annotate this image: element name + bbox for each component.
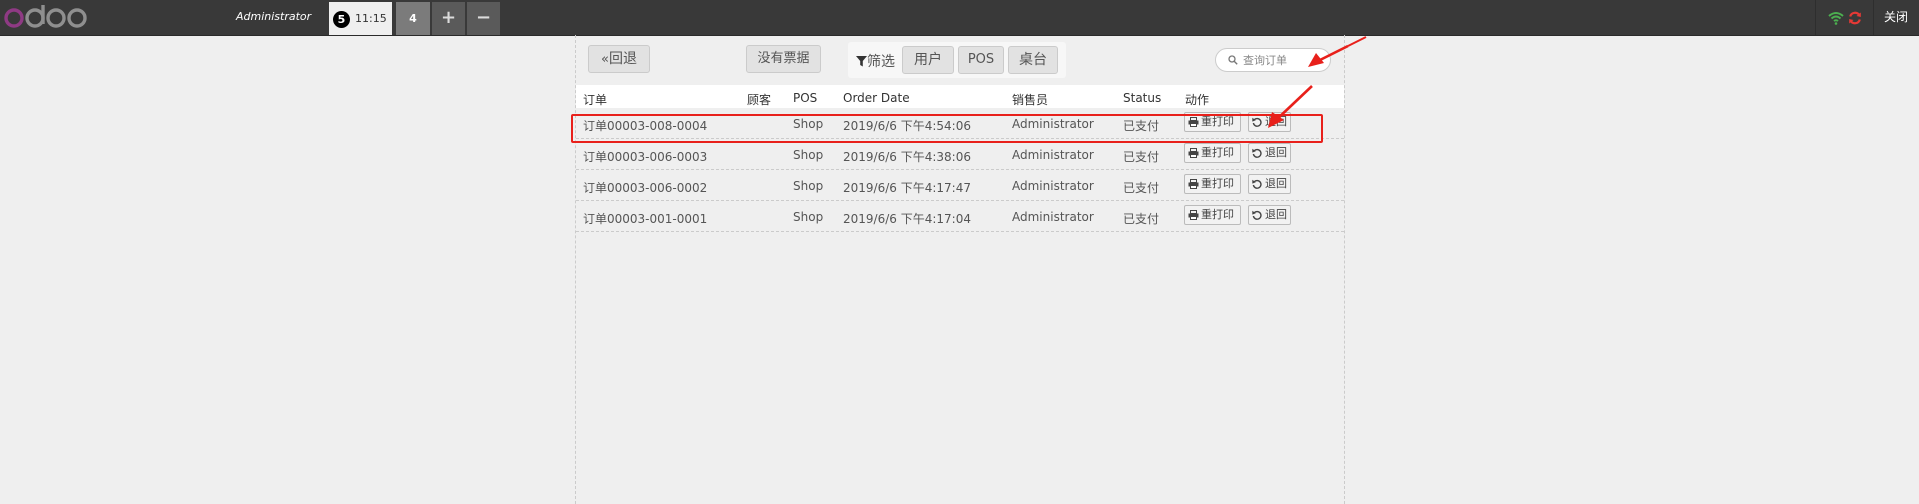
order-sequence-badge: 5 xyxy=(333,11,350,28)
double-chevron-left-icon: « xyxy=(601,52,609,67)
connection-status xyxy=(1815,0,1874,35)
header-pos: POS xyxy=(793,91,818,105)
pos-topbar: Administrator 5 11:15 4 + − 关闭 xyxy=(0,0,1919,36)
header-actions: 动作 xyxy=(1185,93,1210,107)
order-status: 已支付 xyxy=(1123,181,1160,195)
table-row[interactable]: 订单00003-006-0003 Shop 2019/6/6 下午4:38:06… xyxy=(576,139,1344,170)
order-salesperson: Administrator xyxy=(1012,179,1094,193)
order-ref: 订单00003-006-0003 xyxy=(583,150,708,164)
order-date: 2019/6/6 下午4:38:06 xyxy=(843,150,971,164)
back-button[interactable]: «回退 xyxy=(588,45,650,73)
return-label: 退回 xyxy=(1265,146,1287,159)
order-search-box[interactable] xyxy=(1215,48,1331,72)
order-tab-active[interactable]: 5 11:15 xyxy=(329,2,392,35)
sync-icon[interactable] xyxy=(1848,11,1862,25)
order-pos: Shop xyxy=(793,210,824,224)
order-table-header: 订单 顾客 POS Order Date 销售员 Status 动作 xyxy=(576,85,1344,108)
funnel-icon xyxy=(856,56,867,67)
order-list-screen: «回退 没有票据 筛选 用户 POS 桌台 订单 顾客 POS Order Da… xyxy=(575,35,1345,504)
return-label: 退回 xyxy=(1265,208,1287,221)
close-button[interactable]: 关闭 xyxy=(1873,0,1919,35)
annotation-highlight-box xyxy=(571,114,1323,143)
search-icon xyxy=(1228,55,1238,65)
order-pos: Shop xyxy=(793,179,824,193)
table-row[interactable]: 订单00003-001-0001 Shop 2019/6/6 下午4:17:04… xyxy=(576,201,1344,232)
return-label: 退回 xyxy=(1265,177,1287,190)
reprint-label: 重打印 xyxy=(1201,177,1234,190)
reprint-label: 重打印 xyxy=(1201,208,1234,221)
wifi-icon xyxy=(1828,12,1844,25)
return-button[interactable]: 退回 xyxy=(1248,143,1291,163)
table-row[interactable]: 订单00003-006-0002 Shop 2019/6/6 下午4:17:47… xyxy=(576,170,1344,201)
back-button-label: 回退 xyxy=(608,51,637,67)
printer-icon xyxy=(1188,210,1199,220)
filter-group: 筛选 用户 POS 桌台 xyxy=(848,42,1066,78)
no-receipt-button[interactable]: 没有票据 xyxy=(746,45,821,73)
order-pos: Shop xyxy=(793,148,824,162)
header-order-date: Order Date xyxy=(843,91,910,105)
undo-icon xyxy=(1252,210,1262,220)
header-status: Status xyxy=(1123,91,1162,105)
order-date: 2019/6/6 下午4:17:04 xyxy=(843,212,971,226)
filter-label: 筛选 xyxy=(856,51,895,71)
printer-icon xyxy=(1188,179,1199,189)
header-salesperson: 销售员 xyxy=(1012,93,1049,107)
cashier-name[interactable]: Administrator xyxy=(236,10,311,23)
order-search-input[interactable] xyxy=(1243,51,1323,69)
filter-label-text: 筛选 xyxy=(867,54,895,70)
order-status: 已支付 xyxy=(1123,212,1160,226)
reprint-label: 重打印 xyxy=(1201,146,1234,159)
undo-icon xyxy=(1252,179,1262,189)
return-button[interactable]: 退回 xyxy=(1248,174,1291,194)
reprint-button[interactable]: 重打印 xyxy=(1184,174,1241,194)
printer-icon xyxy=(1188,148,1199,158)
order-date: 2019/6/6 下午4:17:47 xyxy=(843,181,971,195)
order-salesperson: Administrator xyxy=(1012,210,1094,224)
return-button[interactable]: 退回 xyxy=(1248,205,1291,225)
header-customer: 顾客 xyxy=(747,93,772,107)
order-tab[interactable]: 4 xyxy=(396,2,430,35)
order-salesperson: Administrator xyxy=(1012,148,1094,162)
reprint-button[interactable]: 重打印 xyxy=(1184,205,1241,225)
add-order-button[interactable]: + xyxy=(432,2,465,35)
header-order: 订单 xyxy=(583,93,608,107)
order-ref: 订单00003-006-0002 xyxy=(583,181,708,195)
reprint-button[interactable]: 重打印 xyxy=(1184,143,1241,163)
filter-pos-button[interactable]: POS xyxy=(958,46,1004,74)
order-ref: 订单00003-001-0001 xyxy=(583,212,708,226)
order-time: 11:15 xyxy=(355,12,387,25)
undo-icon xyxy=(1252,148,1262,158)
filter-table-button[interactable]: 桌台 xyxy=(1008,46,1058,74)
filter-user-button[interactable]: 用户 xyxy=(902,46,954,74)
odoo-logo xyxy=(4,5,87,28)
order-status: 已支付 xyxy=(1123,150,1160,164)
remove-order-button[interactable]: − xyxy=(467,2,500,35)
